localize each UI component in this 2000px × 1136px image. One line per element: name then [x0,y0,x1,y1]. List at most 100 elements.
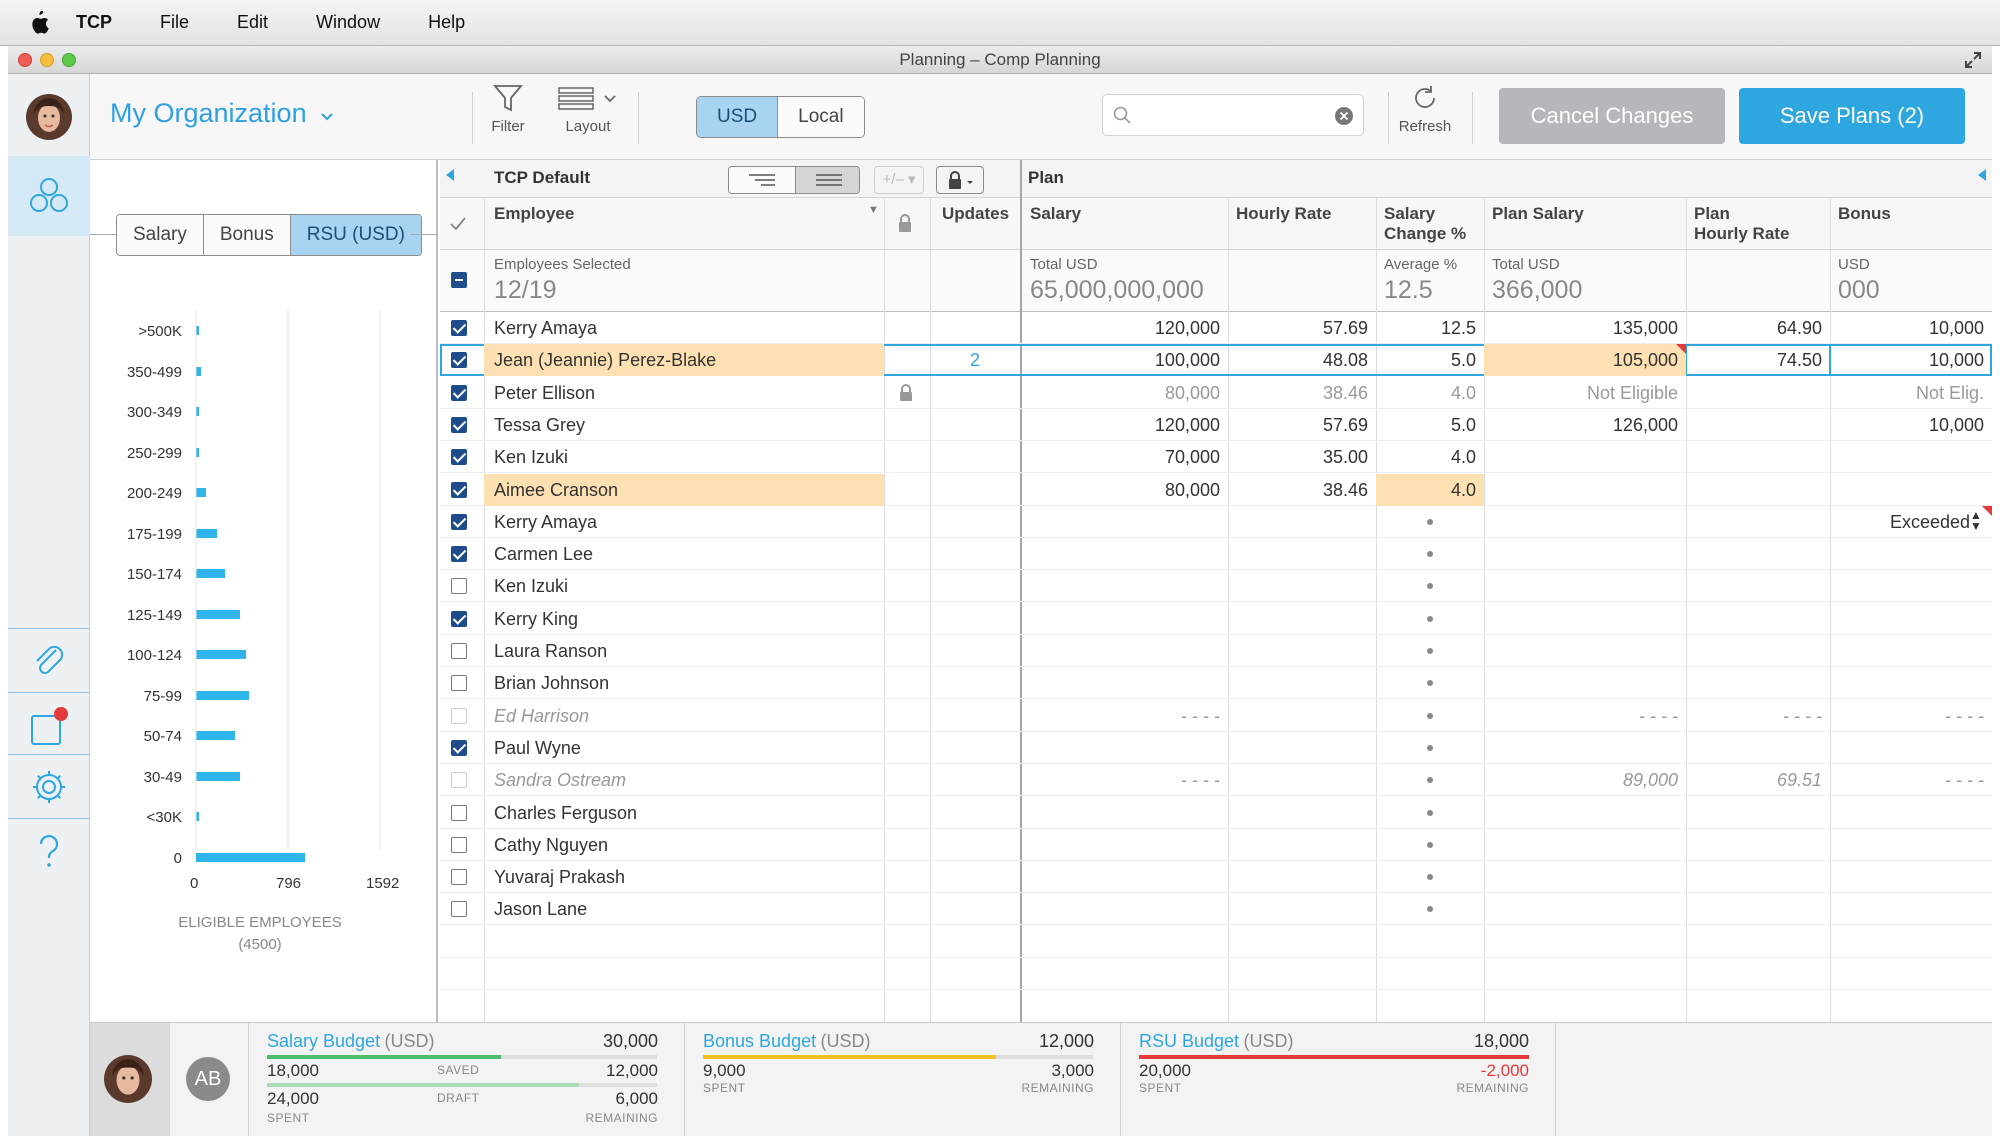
manager-avatar[interactable] [90,1023,170,1136]
bonus-cell[interactable] [1830,667,1992,699]
updates-cell[interactable] [930,797,1020,829]
attachment-icon[interactable] [28,640,70,682]
col-plan-salary[interactable]: Plan Salary [1492,204,1584,224]
table-row[interactable]: Ken Izuki 70,000 35.00 4.0 [440,441,1992,474]
hourly-rate-cell[interactable]: 48.08 [1228,344,1376,376]
row-checkbox[interactable] [451,643,467,659]
plan-hourly-rate-cell[interactable] [1686,829,1830,861]
table-row[interactable]: Tessa Grey 120,000 57.69 5.0 126,000 10,000 [440,409,1992,441]
employee-name-cell[interactable]: Jason Lane [484,893,884,925]
table-row[interactable]: Kerry Amaya 120,000 57.69 12.5 135,000 64.90 1… [440,312,1992,344]
rsu-budget[interactable]: RSU Budget (USD) 18,000 20,000 -2,000 SP… [1120,1023,1556,1136]
hourly-rate-cell[interactable] [1228,667,1376,699]
employee-name-cell[interactable]: Brian Johnson [484,667,884,699]
plan-salary-cell[interactable] [1484,667,1686,699]
bonus-cell[interactable] [1830,441,1992,473]
plan-salary-cell[interactable]: 89,000 [1484,764,1686,796]
updates-cell[interactable] [930,764,1020,796]
plan-hourly-rate-cell[interactable]: 69.51 [1686,764,1830,796]
plan-hourly-rate-cell[interactable] [1686,409,1830,441]
plan-hourly-rate-cell[interactable] [1686,797,1830,829]
salary-cell[interactable] [1020,797,1228,829]
salary-change-cell[interactable]: 4.0 [1376,377,1484,409]
bonus-cell[interactable] [1830,893,1992,925]
cancel-changes-button[interactable]: Cancel Changes [1499,88,1725,144]
sort-arrow-icon[interactable]: ▼ [868,204,879,216]
table-row[interactable]: Jean (Jeannie) Perez-Blake 2 100,000 48.08 5… [440,344,1992,377]
plan-hourly-rate-cell[interactable] [1686,441,1830,473]
hourly-rate-cell[interactable] [1228,570,1376,602]
bonus-cell[interactable] [1830,732,1992,764]
minimize-window-button[interactable] [40,53,54,67]
row-checkbox[interactable] [451,320,467,336]
salary-cell[interactable] [1020,603,1228,635]
notifications-icon[interactable] [28,706,70,748]
col-bonus[interactable]: Bonus [1838,204,1891,224]
table-row[interactable]: Brian Johnson [440,667,1992,700]
save-plans-button[interactable]: Save Plans (2) [1739,88,1965,144]
row-checkbox[interactable] [451,675,467,692]
updates-cell[interactable] [930,312,1020,344]
bonus-cell[interactable]: Not Elig. [1830,377,1992,409]
salary-cell[interactable]: 100,000 [1020,344,1228,376]
hourly-rate-cell[interactable] [1228,861,1376,893]
updates-cell[interactable] [930,829,1020,861]
employee-name-cell[interactable]: Paul Wyne [484,732,884,764]
salary-cell[interactable]: - - - - [1020,764,1228,796]
flat-view-button[interactable] [795,167,859,193]
updates-cell[interactable] [930,667,1020,699]
hourly-rate-cell[interactable]: 38.46 [1228,377,1376,409]
hourly-rate-cell[interactable] [1228,797,1376,829]
col-updates[interactable]: Updates [942,204,1009,224]
plan-salary-cell[interactable]: 126,000 [1484,409,1686,441]
salary-cell[interactable] [1020,732,1228,764]
employee-name-cell[interactable]: Laura Ranson [484,635,884,667]
plan-hourly-rate-cell[interactable] [1686,506,1830,538]
plan-salary-cell[interactable]: - - - - [1484,700,1686,732]
updates-cell[interactable] [930,861,1020,893]
salary-cell[interactable] [1020,538,1228,570]
plan-salary-cell[interactable] [1484,635,1686,667]
salary-cell[interactable] [1020,667,1228,699]
col-plan-hourly-rate[interactable]: Plan Hourly Rate [1694,204,1789,244]
hourly-rate-cell[interactable] [1228,893,1376,925]
plan-hourly-rate-cell[interactable] [1686,893,1830,925]
plan-salary-cell[interactable] [1484,603,1686,635]
bonus-cell[interactable]: - - - - [1830,764,1992,796]
updates-cell[interactable] [930,570,1020,602]
table-row[interactable]: Jason Lane [440,893,1992,926]
updates-cell[interactable] [930,409,1020,441]
row-checkbox[interactable] [451,707,467,724]
updates-cell[interactable] [930,441,1020,473]
menu-edit[interactable]: Edit [237,12,268,33]
row-checkbox[interactable] [451,901,467,918]
updates-cell[interactable] [930,603,1020,635]
menu-window[interactable]: Window [316,12,380,33]
close-window-button[interactable] [18,53,32,67]
row-checkbox[interactable] [451,739,467,756]
row-checkbox[interactable] [451,546,467,563]
row-checkbox[interactable] [451,481,467,498]
apple-icon[interactable] [28,10,50,35]
table-row[interactable]: Paul Wyne [440,732,1992,764]
table-row[interactable]: Kerry King [440,603,1992,635]
bonus-cell[interactable]: Exceeded [1830,506,1992,538]
row-lock-icon[interactable] [898,383,914,408]
collapse-right-icon[interactable] [1972,164,1992,186]
hourly-rate-cell[interactable] [1228,732,1376,764]
row-checkbox[interactable] [451,804,467,821]
employee-name-cell[interactable]: Ed Harrison [484,700,884,732]
salary-cell[interactable] [1020,893,1228,925]
organization-dropdown[interactable]: My Organization [110,98,334,129]
help-icon[interactable] [28,830,70,872]
employee-name-cell[interactable]: Kerry King [484,603,884,635]
salary-cell[interactable]: 80,000 [1020,474,1228,506]
row-checkbox[interactable] [451,513,467,530]
plan-salary-cell[interactable]: Not Eligible [1484,377,1686,409]
menu-file[interactable]: File [160,12,189,33]
hourly-rate-cell[interactable]: 38.46 [1228,474,1376,506]
bonus-budget[interactable]: Bonus Budget (USD) 12,000 9,000 3,000 SP… [684,1023,1120,1136]
user-initials-avatar[interactable]: AB [186,1057,230,1101]
plan-salary-cell[interactable]: 105,000 [1484,344,1686,377]
row-checkbox[interactable] [451,610,467,627]
